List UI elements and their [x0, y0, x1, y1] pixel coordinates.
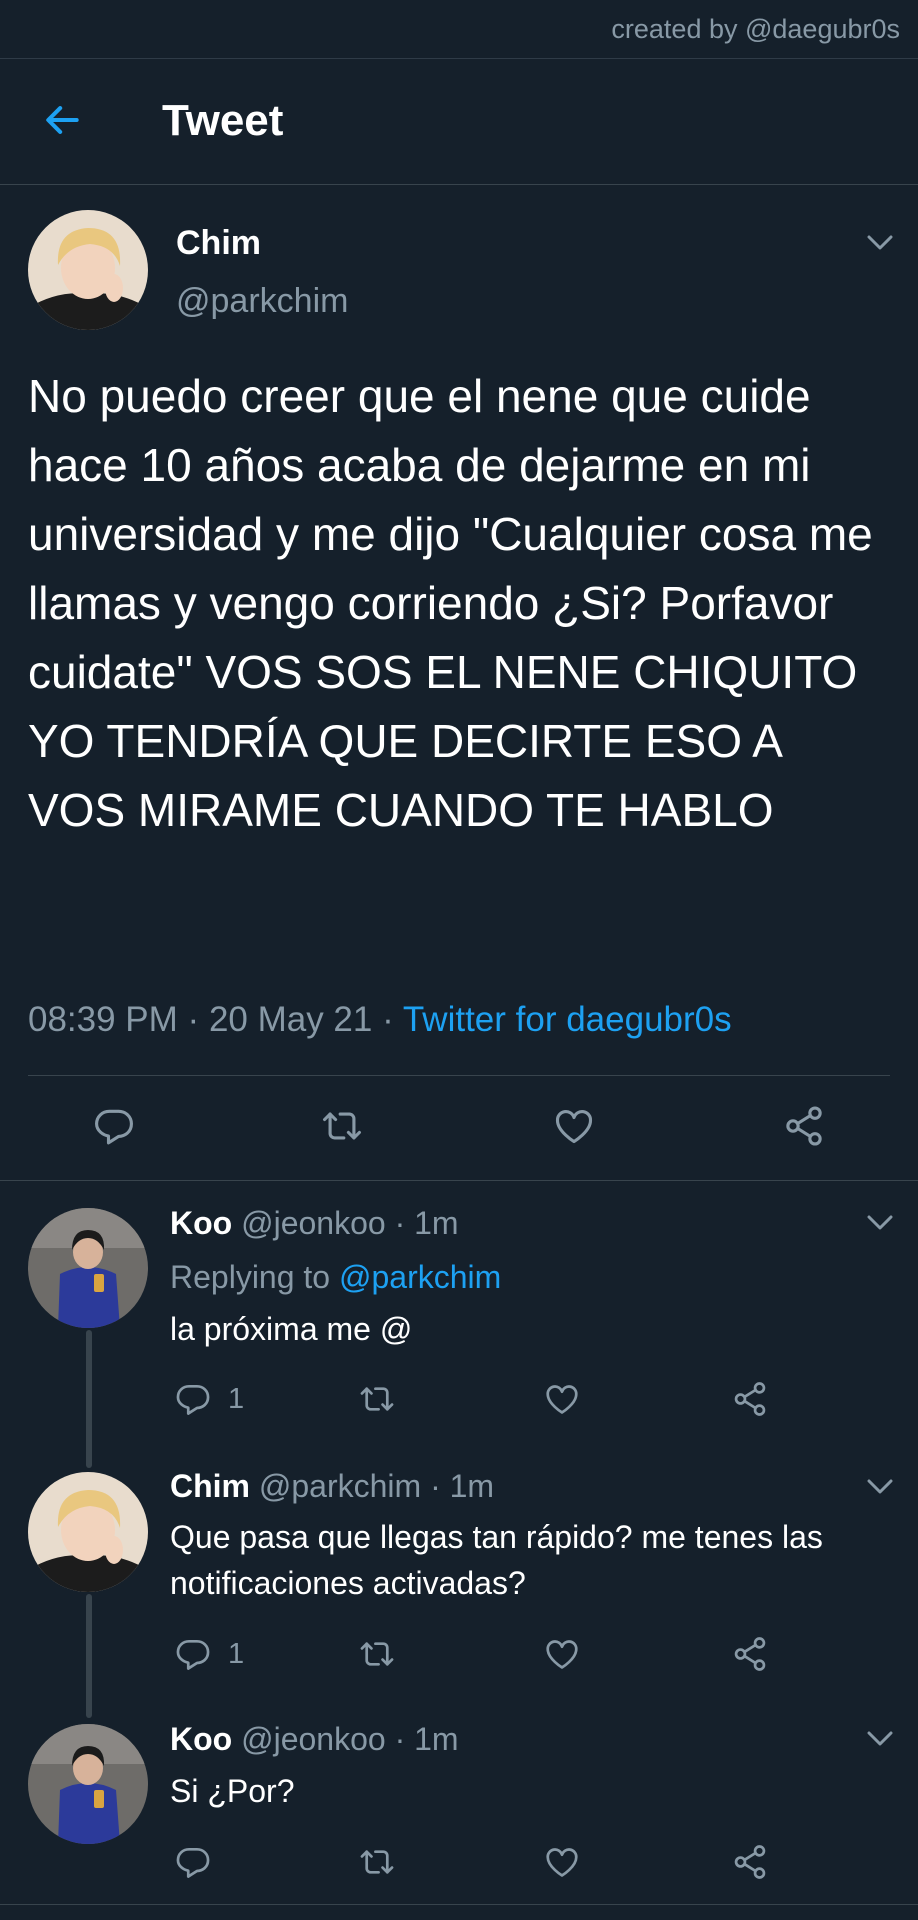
- author-name[interactable]: Chim: [170, 1468, 250, 1504]
- thread-line: [86, 1330, 92, 1468]
- share-icon[interactable]: [731, 1380, 769, 1418]
- like-icon[interactable]: [543, 1843, 581, 1881]
- reply-icon[interactable]: [174, 1635, 212, 1673]
- reply-text: la próxima me @: [170, 1311, 413, 1347]
- retweet-icon[interactable]: [358, 1380, 396, 1418]
- tweet-date: 20 May 21: [208, 1000, 373, 1039]
- separator: ·: [394, 1721, 406, 1757]
- chevron-down-icon[interactable]: [866, 1730, 894, 1748]
- tweet-text: No puedo creer que el nene que cuide hac…: [28, 370, 873, 836]
- reply-author-line: Chim @parkchim · 1m: [170, 1468, 494, 1505]
- reply-icon[interactable]: [92, 1104, 136, 1148]
- divider: [0, 1180, 918, 1181]
- reply-icon[interactable]: [174, 1843, 212, 1881]
- author-name[interactable]: Chim: [176, 224, 261, 263]
- reply-author-line: Koo @jeonkoo · 1m: [170, 1721, 459, 1758]
- author-handle[interactable]: @parkchim: [176, 282, 348, 321]
- author-handle[interactable]: @jeonkoo: [241, 1205, 386, 1241]
- share-icon[interactable]: [731, 1843, 769, 1881]
- replying-to-line: Replying to @parkchim: [170, 1254, 501, 1300]
- divider: [28, 1075, 890, 1076]
- separator: ·: [187, 1000, 200, 1039]
- page-title: Tweet: [162, 96, 284, 145]
- tweet-meta: 08:39 PM · 20 May 21 · Twitter for daegu…: [28, 1000, 732, 1040]
- watermark-text: created by @daegubr0s: [611, 14, 900, 44]
- tweet-source-link[interactable]: Twitter for daegubr0s: [403, 1000, 732, 1039]
- like-icon[interactable]: [543, 1380, 581, 1418]
- avatar[interactable]: [28, 1724, 148, 1844]
- watermark-bar: created by @daegubr0s: [0, 0, 918, 59]
- share-icon[interactable]: [731, 1635, 769, 1673]
- replying-to-handle[interactable]: @parkchim: [339, 1259, 501, 1295]
- reply-text: Que pasa que llegas tan rápido? me tenes…: [170, 1519, 823, 1601]
- reply-text: Si ¿Por?: [170, 1773, 295, 1809]
- chevron-down-icon[interactable]: [866, 1214, 894, 1232]
- thread-line: [86, 1594, 92, 1718]
- header-bar: Tweet: [0, 58, 918, 185]
- tweet-time: 08:39 PM: [28, 1000, 178, 1039]
- like-icon[interactable]: [552, 1104, 596, 1148]
- reply-count: 1: [228, 1383, 245, 1415]
- reply-icon[interactable]: [174, 1380, 212, 1418]
- author-handle[interactable]: @jeonkoo: [241, 1721, 386, 1757]
- chevron-down-icon[interactable]: [866, 234, 894, 252]
- reply-time: 1m: [449, 1468, 495, 1504]
- reply-count: 1: [228, 1638, 245, 1670]
- avatar[interactable]: [28, 210, 148, 330]
- like-icon[interactable]: [543, 1635, 581, 1673]
- author-name[interactable]: Koo: [170, 1205, 232, 1241]
- avatar[interactable]: [28, 1208, 148, 1328]
- avatar[interactable]: [28, 1472, 148, 1592]
- retweet-icon[interactable]: [358, 1635, 396, 1673]
- retweet-icon[interactable]: [320, 1104, 364, 1148]
- retweet-icon[interactable]: [358, 1843, 396, 1881]
- reply-author-line: Koo @jeonkoo · 1m: [170, 1205, 459, 1242]
- separator: ·: [394, 1205, 406, 1241]
- author-name[interactable]: Koo: [170, 1721, 232, 1757]
- back-arrow-icon[interactable]: [40, 98, 84, 142]
- author-handle[interactable]: @parkchim: [259, 1468, 421, 1504]
- share-icon[interactable]: [782, 1104, 826, 1148]
- reply-time: 1m: [414, 1721, 459, 1757]
- divider: [0, 1904, 918, 1905]
- separator: ·: [382, 1000, 394, 1039]
- replying-to-label: Replying to: [170, 1259, 331, 1295]
- separator: ·: [430, 1468, 441, 1504]
- reply-time: 1m: [414, 1205, 459, 1241]
- chevron-down-icon[interactable]: [866, 1478, 894, 1496]
